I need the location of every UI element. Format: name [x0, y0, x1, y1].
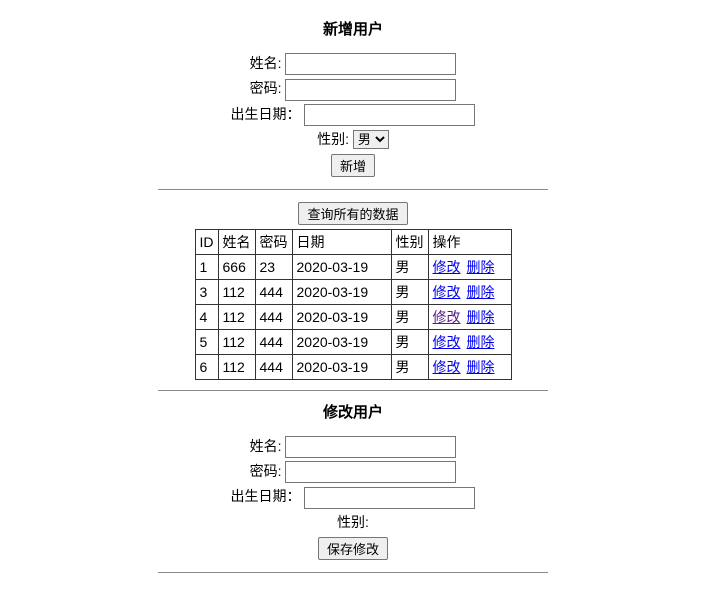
divider [158, 390, 548, 391]
query-section: 查询所有的数据 ID 姓名 密码 日期 性别 操作 1666232020-03-… [0, 200, 706, 391]
edit-user-title: 修改用户 [0, 401, 706, 422]
edit-gender-label: 性别: [337, 512, 369, 532]
cell-id: 5 [195, 329, 218, 354]
delete-link[interactable]: 删除 [467, 284, 495, 300]
edit-link[interactable]: 修改 [433, 259, 461, 275]
cell-ops: 修改删除 [428, 254, 511, 279]
password-label: 密码: [250, 78, 282, 98]
edit-submit-button[interactable]: 保存修改 [318, 537, 388, 560]
table-row: 51124442020-03-19男修改删除 [195, 329, 511, 354]
cell-ops: 修改删除 [428, 354, 511, 379]
edit-birth-label: 出生日期： [231, 486, 301, 506]
gender-label: 性别: [317, 129, 349, 149]
divider [158, 572, 548, 573]
add-user-title: 新增用户 [0, 18, 706, 39]
gender-select[interactable]: 男 [353, 130, 389, 149]
add-submit-button[interactable]: 新增 [331, 154, 375, 177]
cell-id: 4 [195, 304, 218, 329]
table-header-row: ID 姓名 密码 日期 性别 操作 [195, 229, 511, 254]
edit-link[interactable]: 修改 [433, 284, 461, 300]
cell-name: 112 [218, 354, 255, 379]
cell-password: 444 [255, 329, 292, 354]
cell-password: 444 [255, 279, 292, 304]
add-user-section: 新增用户 姓名: 密码: 出生日期： 性别: 男 新增 [0, 18, 706, 190]
cell-ops: 修改删除 [428, 304, 511, 329]
table-row: 1666232020-03-19男修改删除 [195, 254, 511, 279]
cell-name: 112 [218, 329, 255, 354]
col-password: 密码 [255, 229, 292, 254]
cell-date: 2020-03-19 [292, 279, 391, 304]
edit-password-input[interactable] [285, 461, 456, 483]
cell-gender: 男 [391, 254, 428, 279]
edit-birth-input[interactable] [304, 487, 475, 509]
table-row: 61124442020-03-19男修改删除 [195, 354, 511, 379]
cell-ops: 修改删除 [428, 279, 511, 304]
cell-gender: 男 [391, 354, 428, 379]
edit-link[interactable]: 修改 [433, 334, 461, 350]
edit-password-label: 密码: [250, 461, 282, 481]
birth-label: 出生日期： [231, 104, 301, 124]
table-row: 31124442020-03-19男修改删除 [195, 279, 511, 304]
cell-password: 444 [255, 354, 292, 379]
cell-password: 444 [255, 304, 292, 329]
birth-input[interactable] [304, 104, 475, 126]
cell-date: 2020-03-19 [292, 354, 391, 379]
cell-name: 666 [218, 254, 255, 279]
delete-link[interactable]: 删除 [467, 259, 495, 275]
cell-gender: 男 [391, 329, 428, 354]
query-all-button[interactable]: 查询所有的数据 [298, 202, 407, 225]
cell-password: 23 [255, 254, 292, 279]
cell-gender: 男 [391, 304, 428, 329]
edit-link[interactable]: 修改 [433, 359, 461, 375]
cell-name: 112 [218, 279, 255, 304]
cell-date: 2020-03-19 [292, 329, 391, 354]
delete-link[interactable]: 删除 [467, 309, 495, 325]
edit-user-section: 修改用户 姓名: 密码: 出生日期： 性别: 保存修改 [0, 401, 706, 573]
name-label: 姓名: [250, 53, 282, 73]
cell-gender: 男 [391, 279, 428, 304]
cell-date: 2020-03-19 [292, 254, 391, 279]
col-gender: 性别 [391, 229, 428, 254]
password-input[interactable] [285, 79, 456, 101]
table-row: 41124442020-03-19男修改删除 [195, 304, 511, 329]
delete-link[interactable]: 删除 [467, 359, 495, 375]
cell-id: 3 [195, 279, 218, 304]
divider [158, 189, 548, 190]
user-table: ID 姓名 密码 日期 性别 操作 1666232020-03-19男修改删除3… [195, 229, 512, 380]
col-name: 姓名 [218, 229, 255, 254]
col-date: 日期 [292, 229, 391, 254]
delete-link[interactable]: 删除 [467, 334, 495, 350]
name-input[interactable] [285, 53, 456, 75]
edit-name-label: 姓名: [250, 436, 282, 456]
edit-name-input[interactable] [285, 436, 456, 458]
col-ops: 操作 [428, 229, 511, 254]
cell-name: 112 [218, 304, 255, 329]
cell-id: 6 [195, 354, 218, 379]
cell-ops: 修改删除 [428, 329, 511, 354]
col-id: ID [195, 229, 218, 254]
cell-date: 2020-03-19 [292, 304, 391, 329]
cell-id: 1 [195, 254, 218, 279]
edit-link[interactable]: 修改 [433, 309, 461, 325]
